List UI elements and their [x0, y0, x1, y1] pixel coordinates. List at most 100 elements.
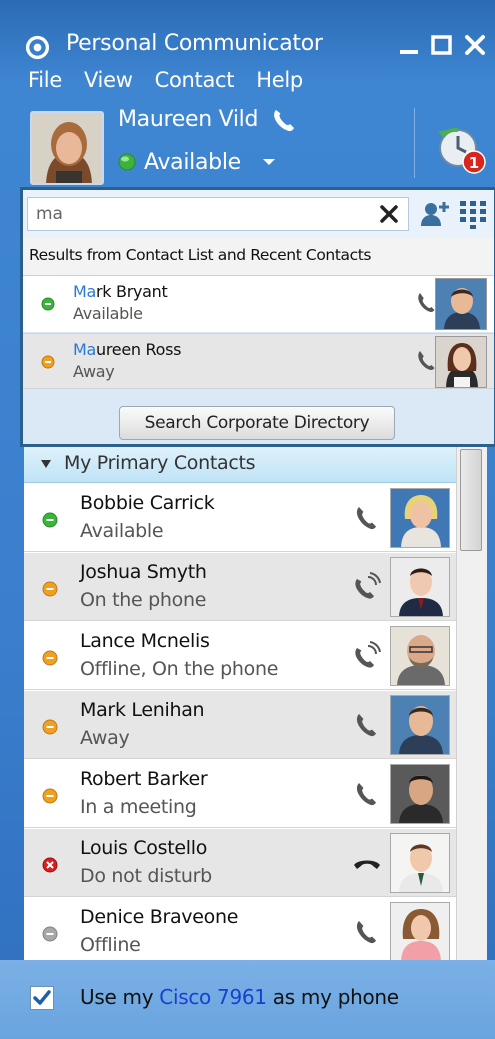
footer-bar: Use my Cisco 7961 as my phone	[0, 960, 495, 1039]
phone-icon[interactable]	[352, 502, 382, 534]
search-footer: Search Corporate Directory	[23, 390, 494, 444]
contact-photo	[435, 336, 487, 388]
window-title: Personal Communicator	[66, 31, 323, 56]
use-device-prefix: Use my	[80, 985, 160, 1009]
search-result-item[interactable]: Mark Bryant Available	[23, 276, 494, 332]
contact-status: Offline	[80, 934, 141, 956]
contact-photo	[390, 833, 450, 893]
group-label: My Primary Contacts	[64, 452, 256, 474]
search-input[interactable]	[27, 197, 409, 231]
contacts-list: My Primary Contacts Bobbie Carrick Avail…	[24, 447, 487, 960]
contact-status: Away	[80, 727, 130, 749]
results-header: Results from Contact List and Recent Con…	[23, 238, 494, 276]
away-status-icon	[41, 355, 55, 369]
contact-photo	[390, 764, 450, 824]
contact-name: Robert Barker	[80, 768, 208, 790]
menu-view[interactable]: View	[84, 62, 133, 98]
search-result-item[interactable]: Maureen Ross Away	[23, 333, 494, 389]
menu-bar: File View Contact Help	[28, 62, 303, 98]
group-header-primary-contacts[interactable]: My Primary Contacts	[24, 447, 456, 483]
presence-status-text: Available	[144, 149, 241, 175]
close-icon[interactable]	[458, 28, 492, 62]
contact-photo	[390, 557, 450, 617]
scrollbar-thumb[interactable]	[460, 449, 482, 551]
contact-photo	[390, 488, 450, 548]
contact-status: In a meeting	[80, 796, 197, 818]
contact-row[interactable]: Denice Braveone Offline	[24, 898, 456, 960]
hang-up-icon[interactable]	[352, 847, 382, 879]
app-logo-icon	[25, 35, 50, 60]
away-status-icon	[42, 788, 58, 804]
contact-row[interactable]: Louis Costello Do not disturb	[24, 829, 456, 897]
checkmark-icon	[33, 990, 51, 1005]
contact-status: Do not disturb	[80, 865, 212, 887]
use-device-checkbox[interactable]	[30, 986, 54, 1010]
contact-name: Denice Braveone	[80, 906, 239, 928]
add-contact-icon[interactable]	[419, 198, 451, 230]
contact-row[interactable]: Lance Mcnelis Offline, On the phone	[24, 622, 456, 690]
available-status-icon	[42, 512, 58, 528]
maximize-icon[interactable]	[424, 28, 458, 62]
contact-name: Lance Mcnelis	[80, 630, 210, 652]
contact-photo	[390, 902, 450, 960]
name-rest: rk Bryant	[96, 282, 168, 301]
recent-activity-icon[interactable]: 1	[432, 112, 490, 178]
contact-name: Louis Costello	[80, 837, 208, 859]
contact-name: Mark Lenihan	[80, 699, 205, 721]
user-avatar[interactable]	[30, 111, 104, 185]
contacts-scrollbar[interactable]	[456, 447, 487, 960]
presence-status-selector[interactable]: Available	[118, 145, 277, 179]
title-bar: Personal Communicator	[0, 14, 495, 60]
away-status-icon	[42, 581, 58, 597]
dialpad-icon[interactable]	[457, 198, 489, 230]
phone-icon[interactable]	[352, 709, 382, 741]
personal-communicator-window: Personal Communicator File View Contact …	[0, 0, 495, 1039]
do-not-disturb-status-icon	[42, 857, 58, 873]
away-status-icon	[42, 719, 58, 735]
result-status: Away	[73, 362, 115, 381]
clear-search-icon[interactable]	[375, 200, 403, 228]
header-divider	[414, 108, 415, 178]
contact-row[interactable]: Mark Lenihan Away	[24, 691, 456, 759]
chevron-down-icon	[41, 460, 51, 468]
menu-file[interactable]: File	[28, 62, 62, 98]
search-toolbar	[23, 190, 494, 238]
contact-name: Bobbie Carrick	[80, 492, 215, 514]
use-device-label: Use my Cisco 7961 as my phone	[80, 985, 399, 1009]
phone-ringing-icon[interactable]	[352, 640, 382, 672]
menu-help[interactable]: Help	[256, 62, 303, 98]
available-status-icon	[41, 297, 55, 311]
offline-status-icon	[42, 926, 58, 942]
contact-photo	[390, 626, 450, 686]
available-status-icon	[118, 153, 136, 171]
name-match-highlight: Ma	[73, 282, 97, 301]
search-corporate-directory-button[interactable]: Search Corporate Directory	[119, 406, 395, 440]
phone-icon[interactable]	[352, 778, 382, 810]
phone-ringing-icon[interactable]	[352, 571, 382, 603]
name-match-highlight: Ma	[73, 340, 97, 359]
user-name: Maureen Vild	[118, 107, 259, 132]
contact-photo	[435, 278, 487, 330]
result-name: Mark Bryant	[73, 282, 168, 301]
search-panel: Results from Contact List and Recent Con…	[20, 187, 495, 447]
result-name: Maureen Ross	[73, 340, 181, 359]
device-link[interactable]: Cisco 7961	[159, 985, 267, 1009]
chevron-down-icon	[262, 159, 275, 165]
recent-count-badge: 1	[469, 154, 479, 172]
minimize-icon[interactable]	[392, 28, 426, 62]
phone-icon[interactable]	[352, 916, 382, 948]
contact-row[interactable]: Robert Barker In a meeting	[24, 760, 456, 828]
use-device-suffix: as my phone	[266, 985, 399, 1009]
contact-status: Offline, On the phone	[80, 658, 279, 680]
contact-name: Joshua Smyth	[80, 561, 207, 583]
result-status: Available	[73, 304, 143, 323]
contact-row[interactable]: Joshua Smyth On the phone	[24, 553, 456, 621]
name-rest: ureen Ross	[96, 340, 182, 359]
user-avatar-image	[32, 113, 102, 183]
menu-contact[interactable]: Contact	[155, 62, 235, 98]
contact-photo	[390, 695, 450, 755]
contact-row[interactable]: Bobbie Carrick Available	[24, 484, 456, 552]
contact-status: Available	[80, 520, 164, 542]
user-phone-icon[interactable]	[268, 104, 300, 136]
contact-status: On the phone	[80, 589, 207, 611]
